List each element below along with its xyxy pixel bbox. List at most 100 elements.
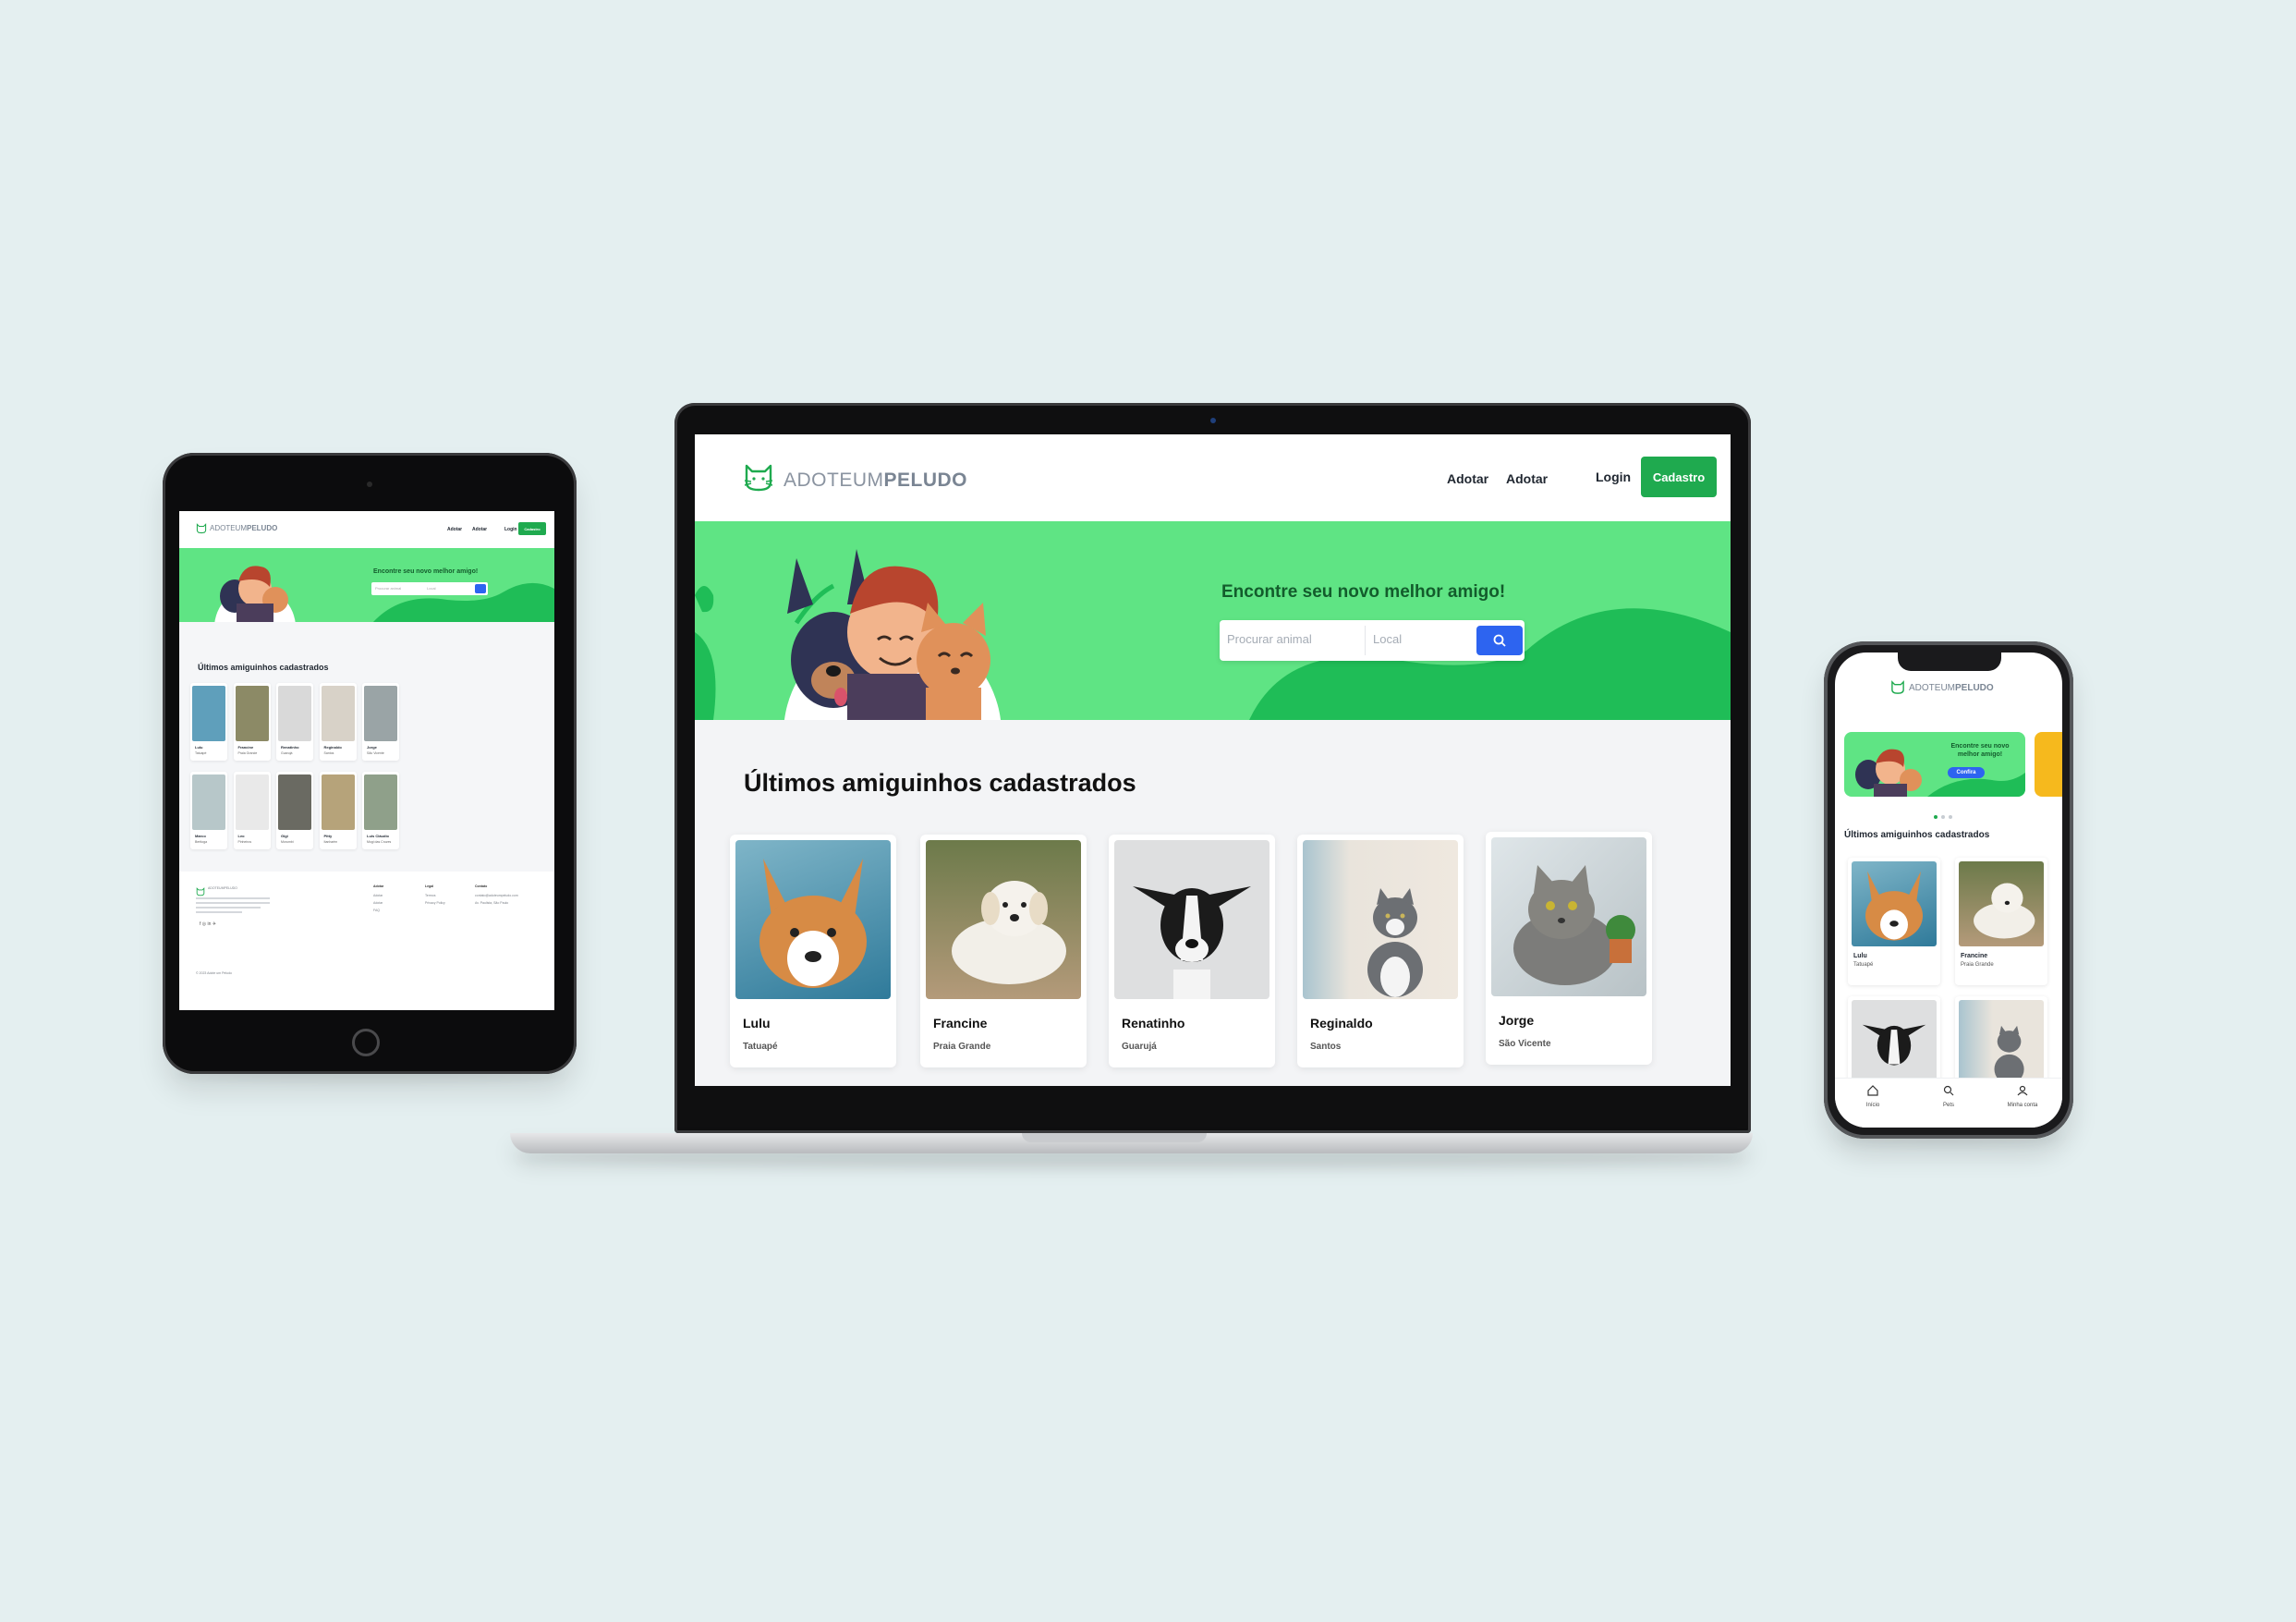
tab-pets[interactable]: Pets (1916, 1084, 1981, 1108)
carousel-dot[interactable] (1941, 815, 1945, 819)
pet-photo (1852, 861, 1937, 946)
pet-card[interactable]: Lulu Tatuapé (190, 683, 227, 761)
pet-location: Tatuapé (743, 1042, 778, 1052)
tab-minha-conta[interactable]: Minha conta (1990, 1084, 2055, 1108)
laptop-notch (1022, 1133, 1207, 1142)
confira-button[interactable]: Confira (1948, 767, 1985, 778)
pet-card[interactable]: Pitty Itanhaém (319, 772, 357, 849)
pet-card[interactable]: Luis Cláudio Mogi das Cruzes (362, 772, 399, 849)
tablet-header: ADOTEUMPELUDO Adotar Adotar Login Cadast… (179, 511, 554, 548)
pet-photo (278, 686, 311, 741)
cat-logo-icon[interactable] (1890, 680, 1905, 700)
pet-photo (1959, 861, 2044, 946)
site-header: ADOTEUMPELUDO Adotar Adotar Login Cadast… (695, 434, 1731, 521)
search-button[interactable] (1476, 626, 1523, 655)
signup-button[interactable]: Cadastro (1641, 457, 1717, 497)
pet-card[interactable]: Francine Praia Grande (1955, 858, 2047, 985)
pet-name: Renatinho (1122, 1016, 1185, 1031)
pet-photo (364, 774, 397, 830)
pet-name: Reginaldo (323, 745, 342, 750)
footer-link[interactable]: Adotar (373, 894, 383, 897)
tablet-screen: ADOTEUMPELUDO Adotar Adotar Login Cadast… (179, 511, 554, 1010)
tab-inicio[interactable]: Início (1840, 1084, 1905, 1108)
section-title: Últimos amiguinhos cadastrados (1844, 830, 1990, 840)
hero-illustration (695, 549, 1731, 720)
carousel-dots[interactable] (1934, 807, 1956, 823)
tablet-footer: ADOTEUMPELUDO f ◎ in ✈ Adotar Adotar Ado… (179, 872, 554, 1010)
logo-text[interactable]: ADOTEUMPELUDO (210, 524, 277, 532)
footer-link[interactable]: FAQ (373, 909, 380, 912)
logo-text[interactable]: ADOTEUMPELUDO (784, 470, 967, 492)
carousel-dot-active[interactable] (1934, 815, 1938, 819)
footer-link[interactable]: Privacy Policy (425, 901, 445, 905)
pet-location: Praia Grande (1961, 962, 1994, 968)
pet-name: Lulu (1853, 953, 1867, 959)
promo-banner[interactable]: Encontre seu novo melhor amigo! Confira (1844, 732, 2025, 797)
pet-location: Pinheiros (237, 840, 252, 844)
pet-photo (235, 686, 269, 741)
tab-label: Início (1865, 1103, 1880, 1108)
search-bar: Procurar animal Local (1220, 620, 1525, 661)
nav-adotar-2[interactable]: Adotar (472, 527, 487, 532)
login-link[interactable]: Login (1596, 470, 1631, 484)
nav-adotar-2[interactable]: Adotar (1506, 471, 1548, 486)
pet-location: Praia Grande (933, 1042, 991, 1052)
pet-name: Marco (195, 834, 206, 838)
footer-col3-head: Contato (475, 884, 488, 888)
pet-photo (735, 840, 891, 999)
animal-search-input[interactable]: Procurar animal (1227, 632, 1312, 646)
pet-card[interactable]: Jorge São Vicente (362, 683, 399, 761)
nav-adotar-1[interactable]: Adotar (1447, 471, 1488, 486)
pet-photo (926, 840, 1081, 999)
pet-name: Francine (237, 745, 254, 750)
pet-card[interactable]: Renatinho Guarujá (1109, 835, 1275, 1067)
pet-location: Santos (323, 751, 334, 755)
social-icons[interactable]: f ◎ in ✈ (200, 921, 216, 927)
bottom-tab-bar: Início Pets Minha conta (1835, 1078, 2062, 1128)
pet-card[interactable]: Reginaldo Santos (1297, 835, 1464, 1067)
footer-col2-head: Legal (425, 884, 434, 888)
pet-name: Reginaldo (1310, 1016, 1373, 1031)
cat-logo-icon[interactable] (743, 462, 774, 498)
footer-link[interactable]: Adotar (373, 901, 383, 905)
tablet-camera (367, 482, 372, 487)
pet-card[interactable]: Leo Pinheiros (233, 772, 271, 849)
footer-description (196, 897, 270, 913)
pet-name: Jorge (367, 745, 377, 750)
login-link[interactable]: Login (504, 527, 517, 532)
search-button[interactable] (475, 584, 486, 593)
pet-card[interactable]: Marco Bertioga (190, 772, 227, 849)
footer-contact: Av. Paulista, São Paulo (475, 901, 509, 905)
footer-contact[interactable]: contato@adoteumpeludo.com (475, 894, 518, 897)
location-search-input[interactable]: Local (427, 586, 436, 591)
carousel-dot[interactable] (1949, 815, 1952, 819)
animal-search-input[interactable]: Procurar animal (375, 586, 401, 591)
pet-card[interactable]: Reginaldo Santos (319, 683, 357, 761)
next-banner-peek[interactable] (2035, 732, 2062, 797)
tablet-home-button[interactable] (352, 1029, 380, 1056)
logo-text[interactable]: ADOTEUMPELUDO (1909, 683, 1994, 693)
pet-card[interactable]: Francine Praia Grande (233, 683, 271, 761)
pet-card[interactable]: Francine Praia Grande (920, 835, 1087, 1067)
pet-card[interactable]: Lulu Tatuapé (730, 835, 896, 1067)
pet-card[interactable]: Jorge São Vicente (1486, 832, 1652, 1065)
pet-location: Tatuapé (195, 751, 207, 755)
home-icon (1867, 1085, 1878, 1096)
search-divider (1365, 626, 1366, 655)
footer-link[interactable]: Termos (425, 894, 435, 897)
location-search-input[interactable]: Local (1373, 632, 1402, 646)
pet-photo (192, 774, 225, 830)
user-icon (2017, 1085, 2028, 1096)
search-icon (1943, 1085, 1954, 1096)
signup-button[interactable]: Cadastro (518, 522, 546, 535)
banner-title: Encontre seu novo melhor amigo! (1950, 743, 2010, 758)
pet-card[interactable]: Gigi Morumbi (276, 772, 313, 849)
pet-name: Pitty (323, 834, 333, 838)
pet-card[interactable]: Lulu Tatuapé (1848, 858, 1940, 985)
pet-name: Gigi (281, 834, 288, 838)
footer-logo-text: ADOTEUMPELUDO (208, 886, 237, 890)
pet-name: Renatinho (281, 745, 299, 750)
nav-adotar-1[interactable]: Adotar (447, 527, 462, 532)
pet-card[interactable]: Renatinho Guarujá (276, 683, 313, 761)
cat-logo-icon[interactable] (196, 522, 207, 539)
